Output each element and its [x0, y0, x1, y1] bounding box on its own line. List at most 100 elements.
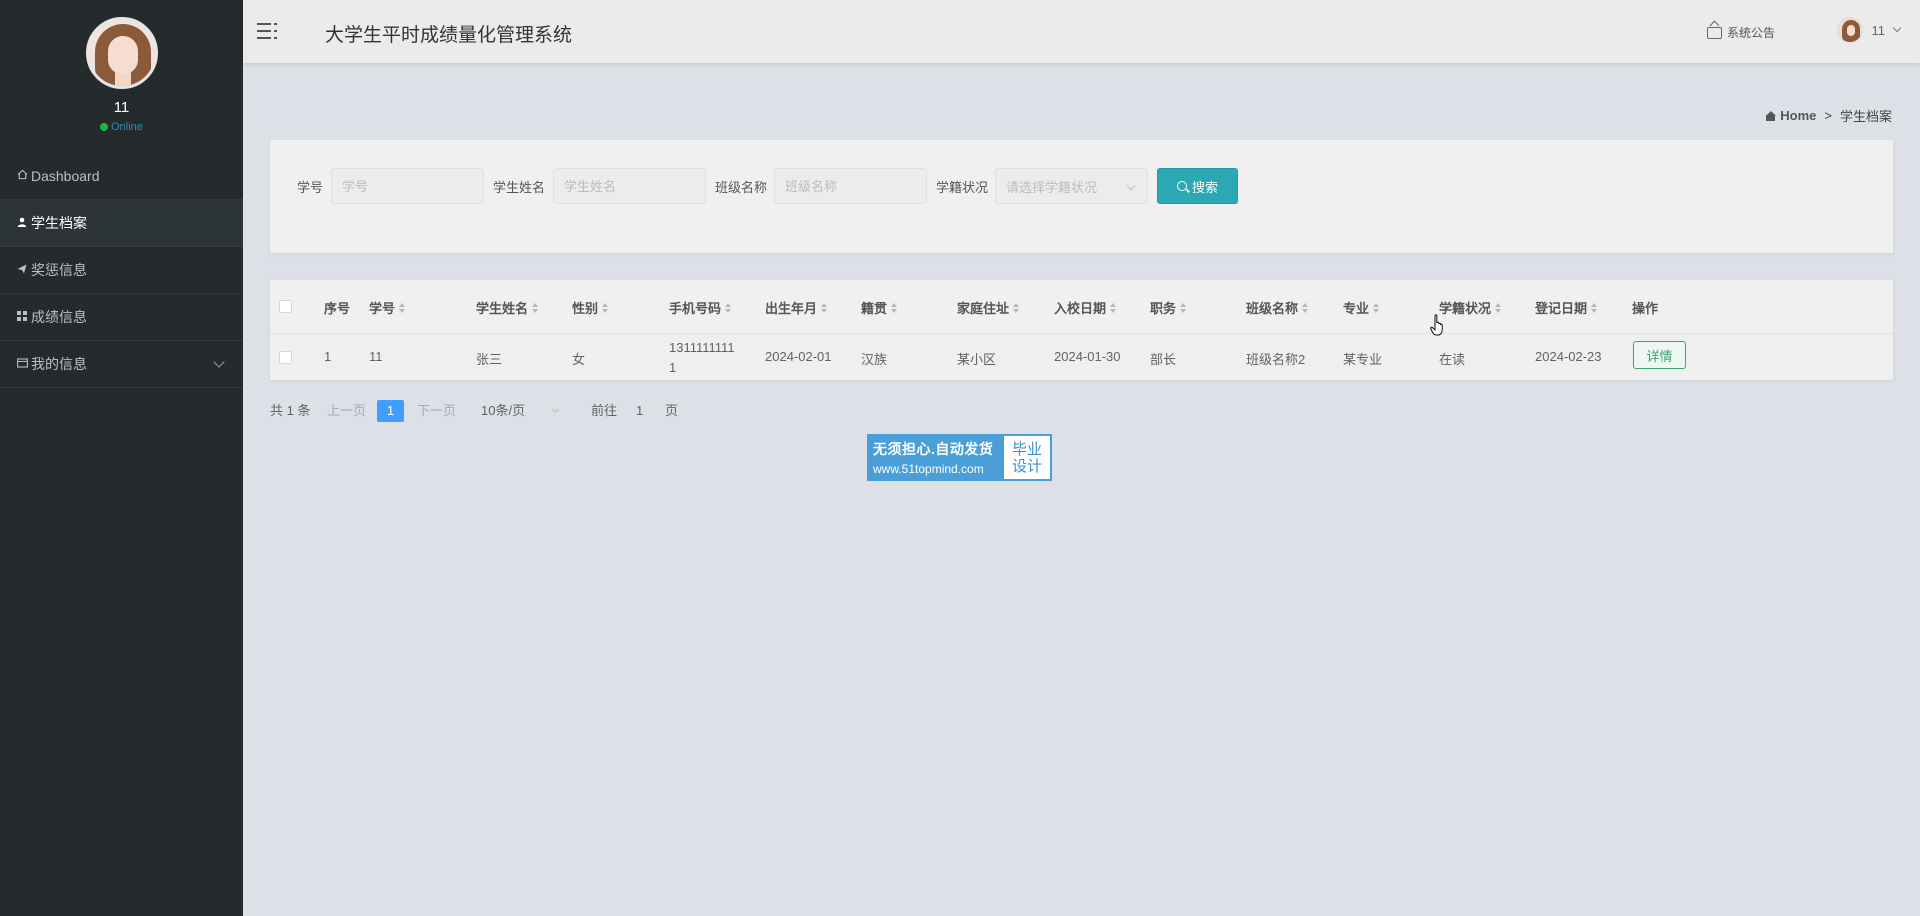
cell-position: 部长 [1150, 352, 1177, 367]
sort-icon [1591, 302, 1598, 313]
sidebar: 11 Online Dashboard 学生档案 奖惩信息 成绩信息 我的信息 [0, 0, 243, 916]
ad-badge: 毕业设计 [1004, 436, 1050, 479]
search-button[interactable]: 搜索 [1157, 168, 1238, 204]
sort-icon [891, 302, 898, 313]
cell-native-place: 汉族 [861, 352, 888, 367]
sidebar-item-label: 奖惩信息 [31, 262, 87, 278]
status-select[interactable]: 请选择学籍状况 [995, 168, 1148, 204]
user-menu[interactable]: 11 [1836, 17, 1902, 43]
sidebar-item-grades[interactable]: 成绩信息 [0, 294, 243, 341]
class-name-label: 班级名称 [715, 180, 768, 195]
home-icon [17, 169, 31, 183]
sort-icon [1013, 302, 1020, 313]
status-select-placeholder: 请选择学籍状况 [1006, 179, 1098, 195]
sidebar-item-my-info[interactable]: 我的信息 [0, 341, 243, 388]
cell-phone: 1311111111 1 [669, 340, 735, 375]
hand-cursor-icon [1430, 314, 1443, 336]
column-header[interactable]: 学籍状况 [1439, 298, 1502, 317]
table-header: 序号 学号 学生姓名 性别 手机号码 出生年月 籍贯 家庭住址 入校日期 职务 … [270, 280, 1893, 334]
sort-icon [532, 302, 539, 313]
column-header[interactable]: 手机号码 [669, 298, 732, 317]
prev-page-button[interactable]: 上一页 [327, 399, 366, 423]
column-header[interactable]: 职务 [1150, 298, 1187, 317]
sidebar-item-student-archive[interactable]: 学生档案 [0, 200, 243, 247]
sort-icon [1373, 302, 1380, 313]
class-name-input[interactable] [774, 168, 927, 204]
row-checkbox[interactable] [279, 351, 292, 364]
select-all-checkbox[interactable] [279, 300, 292, 313]
sort-icon [1302, 302, 1309, 313]
home-icon [1765, 110, 1777, 121]
breadcrumb-home-label: Home [1780, 108, 1817, 123]
ad-line1: 无须担心.自动发货 [873, 441, 994, 457]
column-header[interactable]: 家庭住址 [957, 298, 1020, 317]
user-name: 11 [1871, 22, 1886, 38]
caret-down-icon [1892, 23, 1902, 33]
student-name-input[interactable] [553, 168, 706, 204]
page-size-label: 10条/页 [481, 403, 526, 418]
menu-toggle-icon[interactable] [257, 21, 279, 41]
sidebar-item-label: 学生档案 [31, 215, 87, 231]
notice-label: 系统公告 [1726, 26, 1775, 40]
column-header[interactable]: 班级名称 [1246, 298, 1309, 317]
page-size-select[interactable]: 10条/页 [481, 399, 560, 423]
column-header[interactable]: 登记日期 [1535, 298, 1598, 317]
next-page-button[interactable]: 下一页 [417, 399, 456, 423]
cell-status: 在读 [1439, 352, 1466, 367]
column-header[interactable]: 学号 [369, 298, 406, 317]
chevron-down-icon [1126, 181, 1136, 191]
system-notice-link[interactable]: 系统公告 [1706, 24, 1775, 41]
breadcrumb-current: 学生档案 [1839, 109, 1892, 124]
avatar[interactable] [85, 17, 158, 89]
cell-register-date: 2024-02-23 [1535, 349, 1602, 364]
column-header[interactable]: 出生年月 [765, 298, 828, 317]
sort-icon [1495, 302, 1502, 313]
sort-icon [1110, 302, 1117, 313]
sidebar-item-label: 成绩信息 [31, 309, 87, 325]
ad-text: 无须担心.自动发货 www.51topmind.com [869, 436, 1004, 479]
student-no-label: 学号 [297, 180, 324, 195]
breadcrumb-home[interactable]: Home [1765, 108, 1816, 123]
profile-status: Online [0, 121, 243, 133]
column-header[interactable]: 籍贯 [861, 298, 898, 317]
column-header[interactable]: 性别 [572, 298, 609, 317]
status-label: 学籍状况 [936, 180, 989, 195]
detail-button[interactable]: 详情 [1633, 341, 1686, 369]
column-header: 序号 [324, 301, 351, 316]
pagination-total: 共 1 条 [270, 403, 311, 418]
chevron-down-icon [552, 405, 560, 414]
column-header[interactable]: 入校日期 [1054, 298, 1117, 317]
id-card-icon [17, 357, 31, 371]
send-icon [17, 264, 31, 277]
column-header: 操作 [1632, 301, 1659, 316]
sidebar-item-dashboard[interactable]: Dashboard [0, 153, 243, 200]
column-header[interactable]: 专业 [1343, 298, 1380, 317]
goto-page-input[interactable]: 1 [636, 399, 643, 423]
breadcrumb-separator: > [1824, 108, 1832, 123]
student-no-input[interactable] [331, 168, 484, 204]
search-icon [1176, 181, 1187, 191]
column-header[interactable]: 学生姓名 [476, 298, 539, 317]
user-avatar [1836, 17, 1863, 43]
sidebar-item-label: 我的信息 [31, 356, 87, 372]
goto-suffix: 页 [665, 403, 679, 418]
cell-index: 1 [324, 349, 332, 364]
top-header: 大学生平时成绩量化管理系统 系统公告 11 [243, 0, 1920, 63]
sort-icon [399, 302, 406, 313]
ad-banner[interactable]: 无须担心.自动发货 www.51topmind.com 毕业设计 [867, 434, 1052, 481]
cell-class-name: 班级名称2 [1246, 352, 1306, 367]
sort-icon [821, 302, 828, 313]
page-number-current[interactable]: 1 [377, 400, 404, 422]
online-dot-icon [100, 123, 109, 131]
search-panel: 学号 学生姓名 班级名称 学籍状况 请选择学籍状况 搜索 [270, 140, 1893, 253]
notice-icon [1706, 26, 1722, 39]
cell-address: 某小区 [957, 352, 997, 367]
ad-line2: www.51topmind.com [873, 462, 984, 476]
status-text: Online [111, 121, 143, 133]
page-title: 大学生平时成绩量化管理系统 [325, 25, 573, 46]
table-row[interactable]: 1 11 张三 女 1311111111 1 2024-02-01 汉族 某小区 … [270, 334, 1893, 380]
sort-icon [725, 302, 732, 313]
sidebar-item-rewards[interactable]: 奖惩信息 [0, 247, 243, 294]
cell-student-no: 11 [369, 349, 383, 364]
goto-prefix: 前往 [591, 403, 618, 418]
